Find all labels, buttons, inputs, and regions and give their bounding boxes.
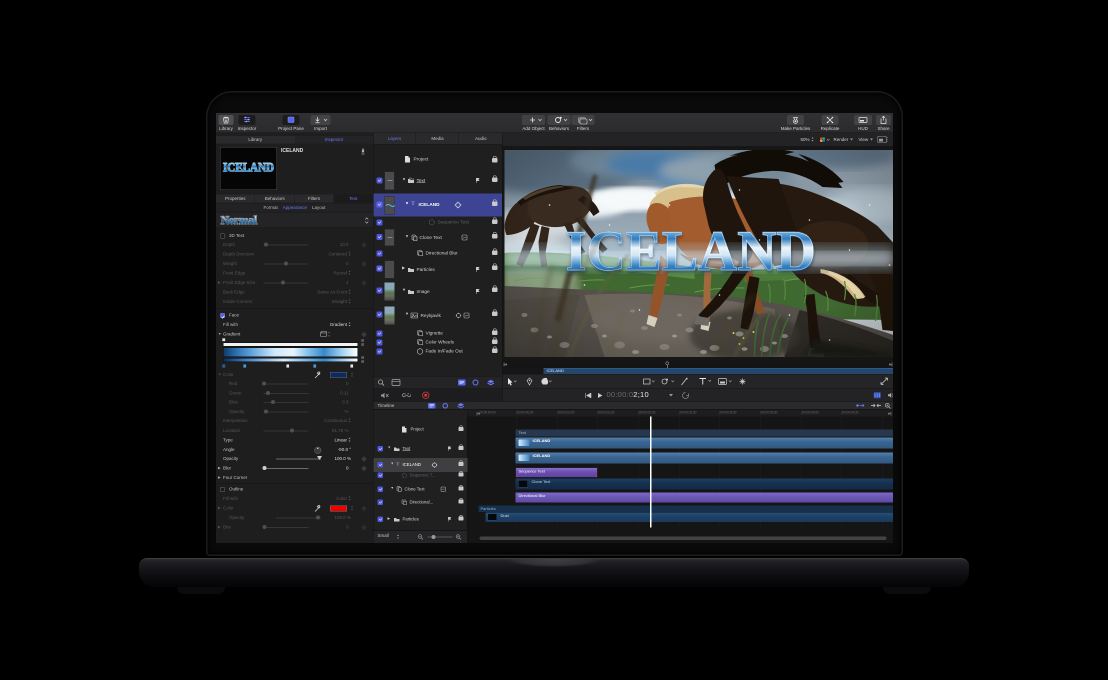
svg-text:Normal: Normal bbox=[221, 214, 258, 228]
svg-text:ICELAND: ICELAND bbox=[223, 160, 274, 175]
